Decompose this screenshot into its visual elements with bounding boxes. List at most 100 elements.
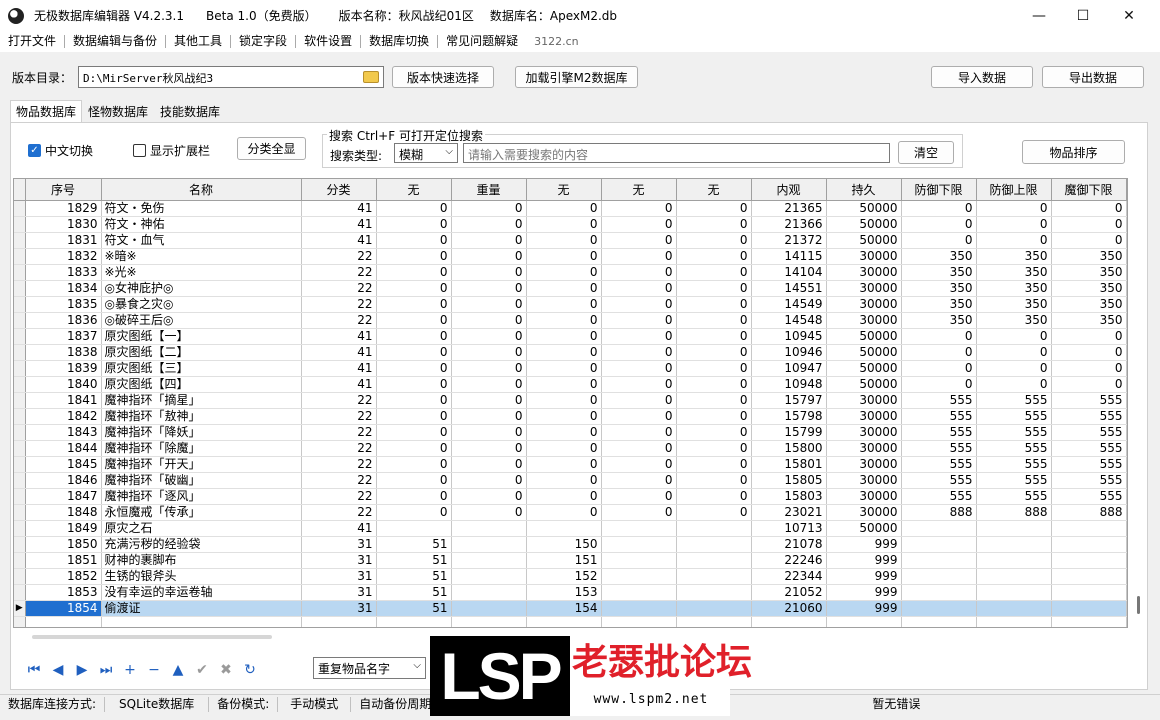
- show-all-categories-button[interactable]: 分类全显: [237, 137, 306, 160]
- table-row[interactable]: 1845 魔神指环「开天」 22 0 0 0 0 0 15801 30000 555 555 555: [14, 456, 1127, 473]
- table-cell[interactable]: 0: [601, 392, 677, 409]
- table-cell[interactable]: 0: [451, 216, 527, 233]
- cell-seq[interactable]: 1839: [25, 360, 102, 377]
- table-row[interactable]: 1849 原灾之石 41 10713 50000: [14, 520, 1127, 537]
- row-indicator[interactable]: [14, 360, 26, 377]
- cell-name[interactable]: 魔神指环「摘星」: [101, 392, 302, 409]
- cell-name[interactable]: 原灾图纸【三】: [101, 360, 302, 377]
- table-cell[interactable]: 0: [676, 408, 752, 425]
- row-indicator[interactable]: [14, 584, 26, 601]
- show-ext-checkbox[interactable]: 显示扩展栏: [133, 142, 210, 159]
- chinese-toggle-checkbox[interactable]: ✓ 中文切换: [28, 142, 93, 159]
- table-cell[interactable]: 30000: [826, 248, 902, 265]
- table-cell[interactable]: 22: [301, 440, 377, 457]
- table-cell[interactable]: 0: [451, 264, 527, 281]
- table-cell[interactable]: [676, 568, 752, 585]
- table-cell[interactable]: 0: [376, 392, 452, 409]
- table-cell[interactable]: 0: [1051, 216, 1127, 233]
- table-cell[interactable]: 0: [676, 232, 752, 249]
- table-cell[interactable]: 41: [301, 520, 377, 537]
- table-cell[interactable]: 0: [526, 328, 602, 345]
- table-cell[interactable]: 15800: [751, 440, 827, 457]
- table-cell[interactable]: 30000: [826, 392, 902, 409]
- minimize-button[interactable]: —: [1016, 0, 1062, 31]
- table-cell[interactable]: [451, 584, 527, 601]
- table-row[interactable]: 1850 充满污秽的经验袋 31 51 150 21078 999: [14, 536, 1127, 553]
- column-header[interactable]: 持久: [826, 179, 902, 201]
- row-indicator[interactable]: [14, 616, 26, 627]
- table-cell[interactable]: 50000: [826, 232, 902, 249]
- table-cell[interactable]: 30000: [826, 280, 902, 297]
- table-cell[interactable]: [376, 616, 452, 627]
- table-cell[interactable]: 14115: [751, 248, 827, 265]
- table-cell[interactable]: 0: [526, 456, 602, 473]
- table-cell[interactable]: [901, 552, 977, 569]
- menu-switch-db[interactable]: 数据库切换: [361, 31, 437, 52]
- cell-seq[interactable]: 1833: [25, 264, 102, 281]
- table-cell[interactable]: [601, 552, 677, 569]
- table-cell[interactable]: [826, 616, 902, 627]
- table-cell[interactable]: 999: [826, 536, 902, 553]
- table-cell[interactable]: 0: [1051, 344, 1127, 361]
- table-cell[interactable]: [751, 616, 827, 627]
- table-cell[interactable]: [451, 568, 527, 585]
- table-cell[interactable]: 151: [526, 552, 602, 569]
- table-cell[interactable]: 555: [976, 392, 1052, 409]
- tab-item-db[interactable]: 物品数据库: [10, 100, 83, 122]
- table-cell[interactable]: 30000: [826, 440, 902, 457]
- cell-seq[interactable]: 1841: [25, 392, 102, 409]
- table-row[interactable]: 1842 魔神指环「敖神」 22 0 0 0 0 0 15798 30000 555 555 555: [14, 408, 1127, 425]
- table-cell[interactable]: [451, 552, 527, 569]
- table-cell[interactable]: 999: [826, 600, 902, 617]
- table-cell[interactable]: 30000: [826, 312, 902, 329]
- table-cell[interactable]: 10946: [751, 344, 827, 361]
- table-cell[interactable]: 50000: [826, 376, 902, 393]
- table-cell[interactable]: 51: [376, 568, 452, 585]
- table-row[interactable]: 1836 ◎破碎王后◎ 22 0 0 0 0 0 14548 30000 350 350 350: [14, 312, 1127, 329]
- table-cell[interactable]: 0: [601, 440, 677, 457]
- table-cell[interactable]: 555: [1051, 456, 1127, 473]
- refresh-icon[interactable]: ↻: [238, 660, 262, 680]
- table-row[interactable]: 1839 原灾图纸【三】 41 0 0 0 0 0 10947 50000 0 0 0: [14, 360, 1127, 377]
- column-header[interactable]: 分类: [301, 179, 377, 201]
- table-cell[interactable]: [976, 568, 1052, 585]
- table-cell[interactable]: 888: [976, 504, 1052, 521]
- table-cell[interactable]: 0: [376, 200, 452, 217]
- cell-seq[interactable]: 1840: [25, 376, 102, 393]
- table-cell[interactable]: 0: [601, 456, 677, 473]
- table-cell[interactable]: 0: [376, 488, 452, 505]
- table-cell[interactable]: 22: [301, 424, 377, 441]
- table-cell[interactable]: 0: [376, 328, 452, 345]
- table-cell[interactable]: 0: [676, 424, 752, 441]
- cell-seq[interactable]: 1850: [25, 536, 102, 553]
- table-cell[interactable]: [1051, 568, 1127, 585]
- row-indicator[interactable]: [14, 344, 26, 361]
- table-cell[interactable]: 0: [976, 360, 1052, 377]
- cell-name[interactable]: 魔神指环「逐风」: [101, 488, 302, 505]
- table-cell[interactable]: 0: [376, 344, 452, 361]
- column-header[interactable]: 无: [601, 179, 677, 201]
- table-cell[interactable]: [601, 520, 677, 537]
- cell-seq[interactable]: 1832: [25, 248, 102, 265]
- table-row[interactable]: 1829 符文・免伤 41 0 0 0 0 0 21365 50000 0 0 0: [14, 200, 1127, 217]
- table-cell[interactable]: 14551: [751, 280, 827, 297]
- row-indicator[interactable]: [14, 520, 26, 537]
- table-cell[interactable]: 21365: [751, 200, 827, 217]
- table-cell[interactable]: 555: [901, 440, 977, 457]
- table-cell[interactable]: 0: [376, 456, 452, 473]
- table-row[interactable]: 1852 生锈的银斧头 31 51 152 22344 999: [14, 568, 1127, 585]
- menu-open-file[interactable]: 打开文件: [0, 31, 64, 52]
- table-cell[interactable]: 14549: [751, 296, 827, 313]
- cell-seq[interactable]: 1834: [25, 280, 102, 297]
- table-cell[interactable]: 0: [601, 280, 677, 297]
- table-cell[interactable]: 350: [976, 312, 1052, 329]
- cell-seq[interactable]: 1854: [25, 600, 102, 617]
- table-cell[interactable]: [976, 584, 1052, 601]
- table-cell[interactable]: 41: [301, 376, 377, 393]
- table-cell[interactable]: 555: [1051, 488, 1127, 505]
- table-cell[interactable]: [301, 616, 377, 627]
- column-header[interactable]: 魔御下限: [1051, 179, 1127, 201]
- table-cell[interactable]: 10945: [751, 328, 827, 345]
- table-cell[interactable]: [676, 552, 752, 569]
- table-cell[interactable]: [901, 600, 977, 617]
